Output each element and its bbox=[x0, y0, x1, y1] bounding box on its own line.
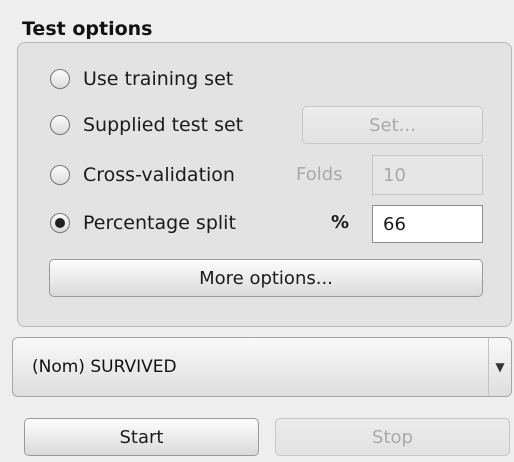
supplied-test-set-radio[interactable] bbox=[50, 115, 70, 135]
supplied-test-set-option[interactable]: Supplied test set bbox=[50, 110, 243, 140]
stop-button[interactable]: Stop bbox=[275, 418, 510, 456]
folds-input[interactable]: 10 bbox=[372, 155, 483, 195]
cross-validation-option[interactable]: Cross-validation bbox=[50, 160, 235, 190]
percentage-split-radio[interactable] bbox=[50, 213, 70, 233]
class-attribute-value: (Nom) SURVIVED bbox=[32, 357, 177, 377]
percent-label: % bbox=[331, 212, 350, 233]
test-options-title: Test options bbox=[22, 18, 153, 40]
dropdown-arrow-icon[interactable]: ▼ bbox=[488, 338, 511, 396]
set-test-set-button[interactable]: Set... bbox=[302, 106, 483, 144]
cross-validation-radio[interactable] bbox=[50, 165, 70, 185]
folds-label: Folds bbox=[296, 164, 343, 185]
more-options-button[interactable]: More options... bbox=[49, 259, 483, 297]
radio-selected-dot bbox=[55, 218, 65, 228]
use-training-set-radio[interactable] bbox=[50, 69, 70, 89]
percentage-split-option[interactable]: Percentage split bbox=[50, 208, 236, 238]
start-button[interactable]: Start bbox=[24, 418, 259, 456]
class-attribute-select[interactable]: (Nom) SURVIVED ▼ bbox=[12, 337, 512, 397]
use-training-set-label: Use training set bbox=[83, 68, 234, 90]
supplied-test-set-label: Supplied test set bbox=[83, 114, 244, 136]
percentage-split-input[interactable]: 66 bbox=[372, 205, 483, 243]
cross-validation-label: Cross-validation bbox=[83, 164, 235, 186]
use-training-set-option[interactable]: Use training set bbox=[50, 64, 233, 94]
percentage-split-label: Percentage split bbox=[83, 212, 236, 234]
